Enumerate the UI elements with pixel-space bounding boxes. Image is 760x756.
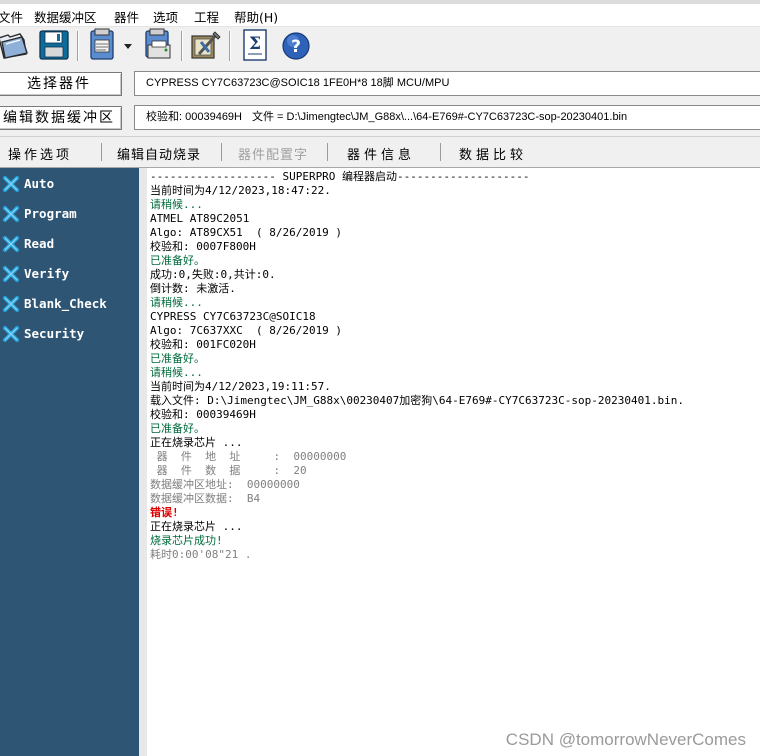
tab-separator bbox=[440, 143, 441, 161]
op-x-icon bbox=[3, 296, 19, 312]
function-tabs: 操作选项 编辑自动烧录 器件配置字 器件信息 数据比较 bbox=[0, 136, 760, 168]
svg-text:Σ: Σ bbox=[249, 34, 261, 54]
log-line: 错误! bbox=[150, 506, 179, 519]
buffer-info-field: 校验和: 00039469H 文件 = D:\Jimengtec\JM_G88x\… bbox=[134, 105, 760, 130]
log-line: Algo: AT89CX51 ( 8/26/2019 ) bbox=[150, 226, 343, 239]
log-line: 器 件 地 址 : 00000000 bbox=[150, 450, 347, 463]
log-line: 载入文件: D:\Jimengtec\JM_G88x\00230407加密狗\6… bbox=[150, 394, 684, 407]
op-label: Read bbox=[24, 236, 55, 251]
log-line: 已准备好。 bbox=[150, 422, 205, 435]
log-line: 数据缓冲区地址: 00000000 bbox=[150, 478, 300, 491]
device-print-icon[interactable] bbox=[141, 28, 175, 62]
toolbar-separator bbox=[181, 31, 183, 61]
log-line: 校验和: 00039469H bbox=[150, 408, 256, 421]
log-line: 当前时间为4/12/2023,18:47:22. bbox=[150, 184, 331, 197]
log-line: Algo: 7C637XXC ( 8/26/2019 ) bbox=[150, 324, 343, 337]
checksum-text: 校验和: 00039469H bbox=[146, 111, 242, 123]
tab-device-config[interactable]: 器件配置字 bbox=[238, 144, 308, 163]
menu-project[interactable]: 工程 bbox=[194, 7, 219, 26]
toolbar: Σ ? bbox=[0, 27, 760, 65]
log-line: 当前时间为4/12/2023,19:11:57. bbox=[150, 380, 331, 393]
log-line: 倒计数: 未激活. bbox=[150, 282, 236, 295]
log-line: 耗时0:00'08"21 . bbox=[150, 548, 252, 561]
tab-separator bbox=[221, 143, 222, 161]
op-verify[interactable]: Verify bbox=[0, 263, 139, 285]
device-row: 选择器件 CYPRESS CY7C63723C@SOIC18 1FE0H*8 1… bbox=[0, 69, 760, 99]
op-x-icon bbox=[3, 266, 19, 282]
log-line: CYPRESS CY7C63723C@SOIC18 bbox=[150, 310, 316, 323]
log-line: 正在烧录芯片 ... bbox=[150, 436, 243, 449]
log-line: ------------------- SUPERPRO 编程器启动------… bbox=[150, 170, 530, 183]
dropdown-arrow-icon[interactable] bbox=[121, 28, 135, 62]
op-x-icon bbox=[3, 206, 19, 222]
device-clipboard-icon[interactable] bbox=[86, 28, 120, 62]
operations-panel: Auto Program Read Verify Blank_Check Sec… bbox=[0, 168, 139, 756]
edit-buffer-button[interactable]: 编辑数据缓冲区 bbox=[0, 106, 122, 130]
log-line: 校验和: 0007F800H bbox=[150, 240, 256, 253]
file-path-text: 文件 = D:\Jimengtec\JM_G88x\...\64-E769#-C… bbox=[252, 111, 628, 123]
toolbar-separator bbox=[77, 31, 79, 61]
op-x-icon bbox=[3, 326, 19, 342]
log-line: 器 件 数 据 : 20 bbox=[150, 464, 307, 477]
menu-file[interactable]: 文件 bbox=[0, 7, 23, 26]
op-x-icon bbox=[3, 236, 19, 252]
log-line: 已准备好。 bbox=[150, 352, 205, 365]
op-label: Blank_Check bbox=[24, 296, 107, 311]
op-label: Verify bbox=[24, 266, 70, 281]
log-line: 成功:0,失败:0,共计:0. bbox=[150, 268, 276, 281]
tab-operation-options[interactable]: 操作选项 bbox=[8, 144, 72, 163]
op-label: Security bbox=[24, 326, 85, 341]
sigma-document-icon[interactable]: Σ bbox=[238, 28, 272, 62]
window-top-edge bbox=[0, 0, 760, 4]
menu-device[interactable]: 器件 bbox=[114, 7, 139, 26]
tools-icon[interactable] bbox=[189, 28, 223, 62]
log-line: ATMEL AT89C2051 bbox=[150, 212, 250, 225]
menu-options[interactable]: 选项 bbox=[153, 7, 178, 26]
log-line: 校验和: 001FC020H bbox=[150, 338, 256, 351]
log-line: 已准备好。 bbox=[150, 254, 205, 267]
log-line: 烧录芯片成功! bbox=[150, 534, 223, 547]
op-auto[interactable]: Auto bbox=[0, 173, 139, 195]
svg-text:?: ? bbox=[291, 37, 301, 57]
op-label: Program bbox=[24, 206, 77, 221]
watermark-text: CSDN @tomorrowNeverComes bbox=[505, 730, 746, 749]
op-read[interactable]: Read bbox=[0, 233, 139, 255]
log-line: 正在烧录芯片 ... bbox=[150, 520, 243, 533]
menu-data-buffer[interactable]: 数据缓冲区 bbox=[34, 7, 97, 26]
log-output: ------------------- SUPERPRO 编程器启动------… bbox=[147, 168, 760, 756]
op-blank-check[interactable]: Blank_Check bbox=[0, 293, 139, 315]
open-folder-icon[interactable] bbox=[0, 28, 30, 62]
tab-separator bbox=[327, 143, 328, 161]
op-label: Auto bbox=[24, 176, 55, 191]
menu-bar: 文件 数据缓冲区 器件 选项 工程 帮助(H) bbox=[0, 0, 760, 27]
op-x-icon bbox=[3, 176, 19, 192]
op-program[interactable]: Program bbox=[0, 203, 139, 225]
device-info-field: CYPRESS CY7C63723C@SOIC18 1FE0H*8 18脚 MC… bbox=[134, 71, 760, 96]
tab-device-info[interactable]: 器件信息 bbox=[347, 144, 415, 163]
menu-help[interactable]: 帮助(H) bbox=[234, 7, 278, 26]
help-icon[interactable]: ? bbox=[279, 28, 313, 62]
log-line: 请稍候... bbox=[150, 296, 203, 309]
tab-data-compare[interactable]: 数据比较 bbox=[459, 144, 527, 163]
toolbar-separator bbox=[229, 31, 231, 61]
buffer-row: 编辑数据缓冲区 校验和: 00039469H 文件 = D:\Jimengtec\… bbox=[0, 103, 760, 133]
op-security[interactable]: Security bbox=[0, 323, 139, 345]
tab-separator bbox=[101, 143, 102, 161]
log-line: 请稍候... bbox=[150, 198, 203, 211]
log-line: 数据缓冲区数据: B4 bbox=[150, 492, 261, 505]
select-device-button[interactable]: 选择器件 bbox=[0, 72, 122, 96]
tab-edit-auto-program[interactable]: 编辑自动烧录 bbox=[117, 144, 201, 163]
log-line: 请稍候... bbox=[150, 366, 203, 379]
save-icon[interactable] bbox=[37, 28, 71, 62]
